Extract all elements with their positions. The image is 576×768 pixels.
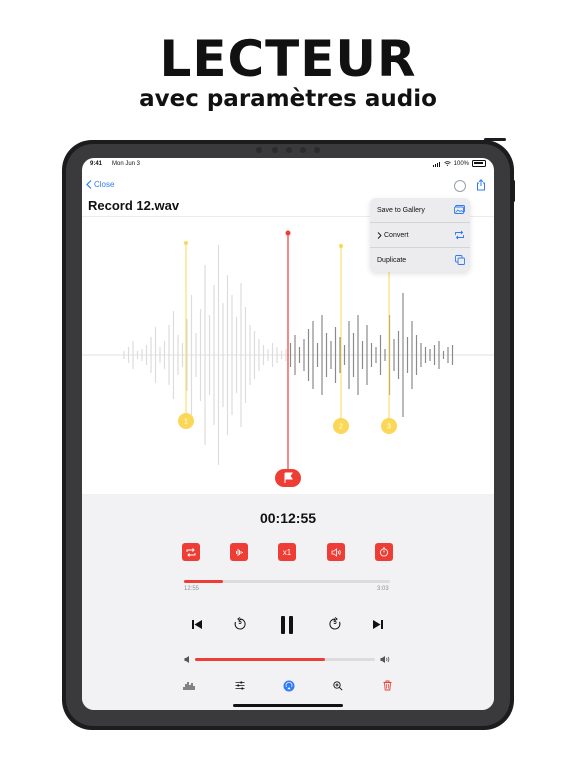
marker-label: 2 (339, 424, 343, 431)
camera-dot (272, 147, 278, 153)
convert-icon (455, 230, 464, 240)
menu-item-convert[interactable]: Convert (370, 223, 470, 248)
context-menu: Save to Gallery Convert Duplicate (370, 198, 470, 272)
repeat-button[interactable] (182, 543, 200, 561)
camera-dot (286, 147, 292, 153)
current-time: 00:12:55 (259, 510, 317, 526)
screen: 9:41 Mon Jun 3 100% Close Record 12.wav (82, 158, 494, 710)
menu-item-label: Duplicate (377, 256, 407, 264)
progress-fill (184, 580, 224, 583)
repeat-icon (186, 547, 196, 557)
skip-forward-icon[interactable] (372, 619, 384, 630)
battery-icon (472, 160, 486, 167)
speed-button[interactable]: x1 (278, 543, 296, 561)
controls-panel (82, 494, 494, 710)
hero-title: LECTEUR (159, 30, 417, 88)
more-icon[interactable] (454, 180, 466, 192)
elapsed-time: 12:55 (184, 586, 200, 592)
menu-item-duplicate[interactable]: Duplicate (370, 248, 470, 272)
status-date: Mon Jun 3 (112, 161, 141, 167)
home-indicator (233, 704, 343, 707)
volume-slider[interactable] (195, 658, 375, 661)
speaker-icon (331, 547, 341, 557)
waveform-button[interactable] (230, 543, 248, 561)
volume-mode-button[interactable] (327, 543, 345, 561)
rewind-5-button[interactable]: 5 (233, 617, 247, 631)
side-button (484, 138, 506, 141)
volume-button (512, 180, 515, 202)
duplicate-icon (455, 255, 465, 265)
status-bar: 9:41 Mon Jun 3 100% (82, 158, 494, 170)
menu-item-label: Convert (384, 231, 409, 239)
zoom-icon[interactable] (333, 681, 343, 691)
camera-dot (256, 147, 262, 153)
page-title: Record 12.wav (88, 198, 180, 213)
volume-high-icon (380, 656, 390, 663)
forward-5-label: 5 (333, 620, 337, 626)
airplay-icon[interactable] (283, 680, 295, 692)
pause-icon[interactable] (279, 616, 295, 634)
forward-5-button[interactable]: 5 (328, 617, 342, 631)
close-button[interactable]: Close (86, 180, 114, 189)
volume-fill (195, 658, 325, 661)
gallery-icon (454, 205, 465, 214)
waveform-tab-icon[interactable] (183, 681, 195, 691)
equalizer-icon[interactable] (235, 681, 245, 690)
hero-subtitle: avec paramètres audio (139, 86, 437, 112)
close-label: Close (94, 180, 115, 189)
speed-label: x1 (282, 547, 292, 557)
marker-label: 3 (387, 424, 391, 431)
timer-icon (379, 547, 389, 557)
rewind-5-label: 5 (238, 620, 242, 626)
camera-dot (314, 147, 320, 153)
chevron-right-icon (377, 231, 382, 239)
battery-percent: 100% (453, 160, 469, 167)
menu-item-label: Save to Gallery (377, 206, 425, 214)
waveform-icon (236, 548, 243, 556)
marker-label: 1 (184, 419, 188, 426)
skip-back-icon[interactable] (191, 619, 203, 630)
volume-low-icon (184, 656, 189, 663)
share-icon[interactable] (476, 179, 486, 191)
progress-slider[interactable] (184, 580, 390, 583)
wifi-icon (443, 161, 451, 166)
status-time: 9:41 (90, 161, 103, 167)
menu-item-save-to-gallery[interactable]: Save to Gallery (370, 198, 470, 223)
signal-icon (432, 161, 441, 167)
chevron-left-icon (86, 180, 92, 189)
remaining-time: 3:03 (377, 586, 389, 592)
camera-dot (300, 147, 306, 153)
trash-icon[interactable] (383, 680, 392, 691)
sleep-timer-button[interactable] (375, 543, 393, 561)
